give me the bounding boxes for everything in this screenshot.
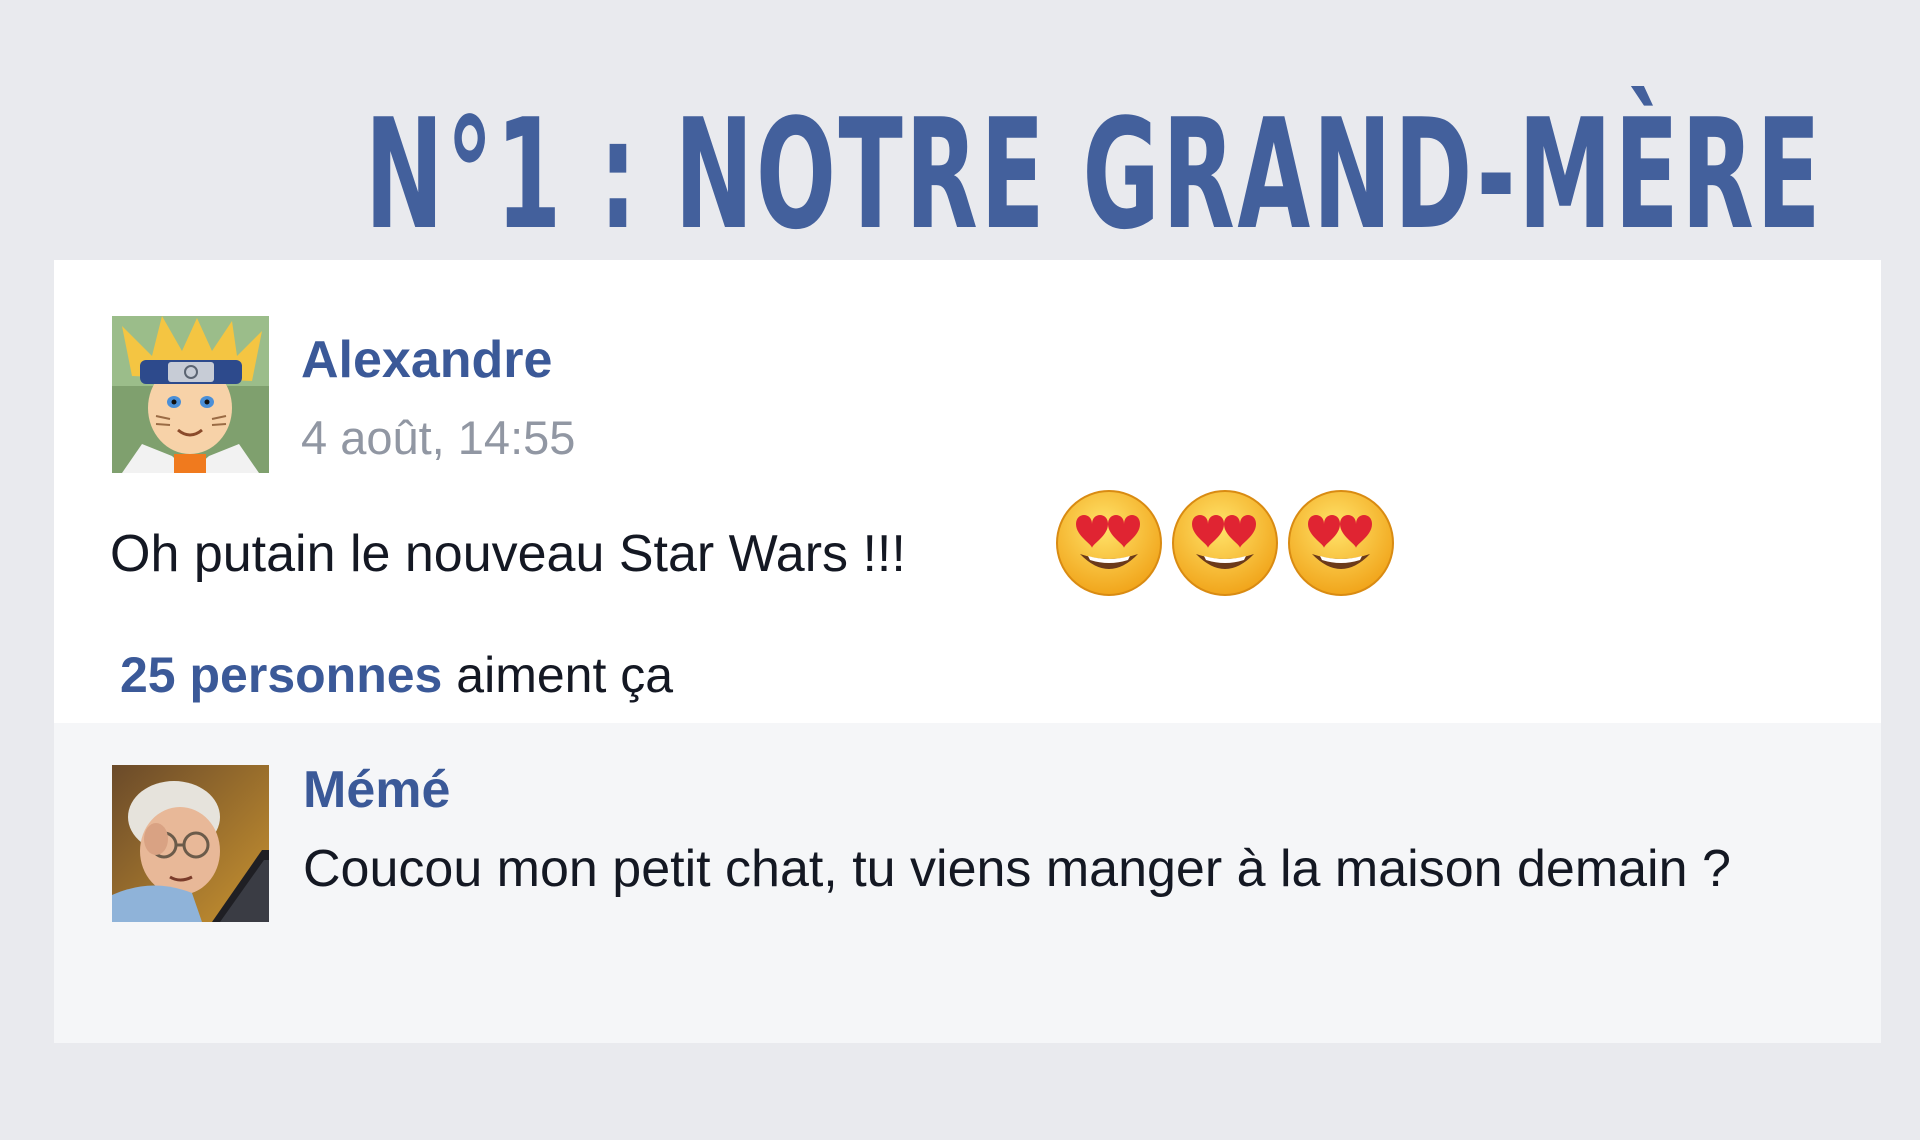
comment-text: Coucou mon petit chat, tu viens manger à… [303, 840, 1731, 898]
emoji-row [1054, 488, 1396, 598]
likes-count-link[interactable]: 25 personnes [120, 647, 442, 703]
likes-summary: 25 personnes aiment ça [120, 645, 673, 705]
heart-eyes-emoji [1288, 490, 1394, 596]
comments-section: Mémé Coucou mon petit chat, tu viens man… [54, 723, 1881, 1043]
post-timestamp[interactable]: 4 août, 14:55 [301, 410, 575, 466]
page-headline: N°1 : NOTRE GRAND-MÈRE [364, 86, 1824, 263]
author-avatar[interactable] [112, 316, 269, 473]
post: Alexandre 4 août, 14:55 Oh putain le nou… [54, 260, 1881, 723]
heart-eyes-emoji [1056, 490, 1162, 596]
commenter-name[interactable]: Mémé [303, 758, 450, 822]
likes-suffix: aiment ça [456, 647, 674, 703]
heart-eyes-emoji [1172, 490, 1278, 596]
commenter-avatar[interactable] [112, 765, 269, 922]
facebook-post-card: Alexandre 4 août, 14:55 Oh putain le nou… [54, 260, 1881, 1043]
author-name[interactable]: Alexandre [301, 328, 552, 392]
post-text: Oh putain le nouveau Star Wars !!! [110, 525, 906, 583]
